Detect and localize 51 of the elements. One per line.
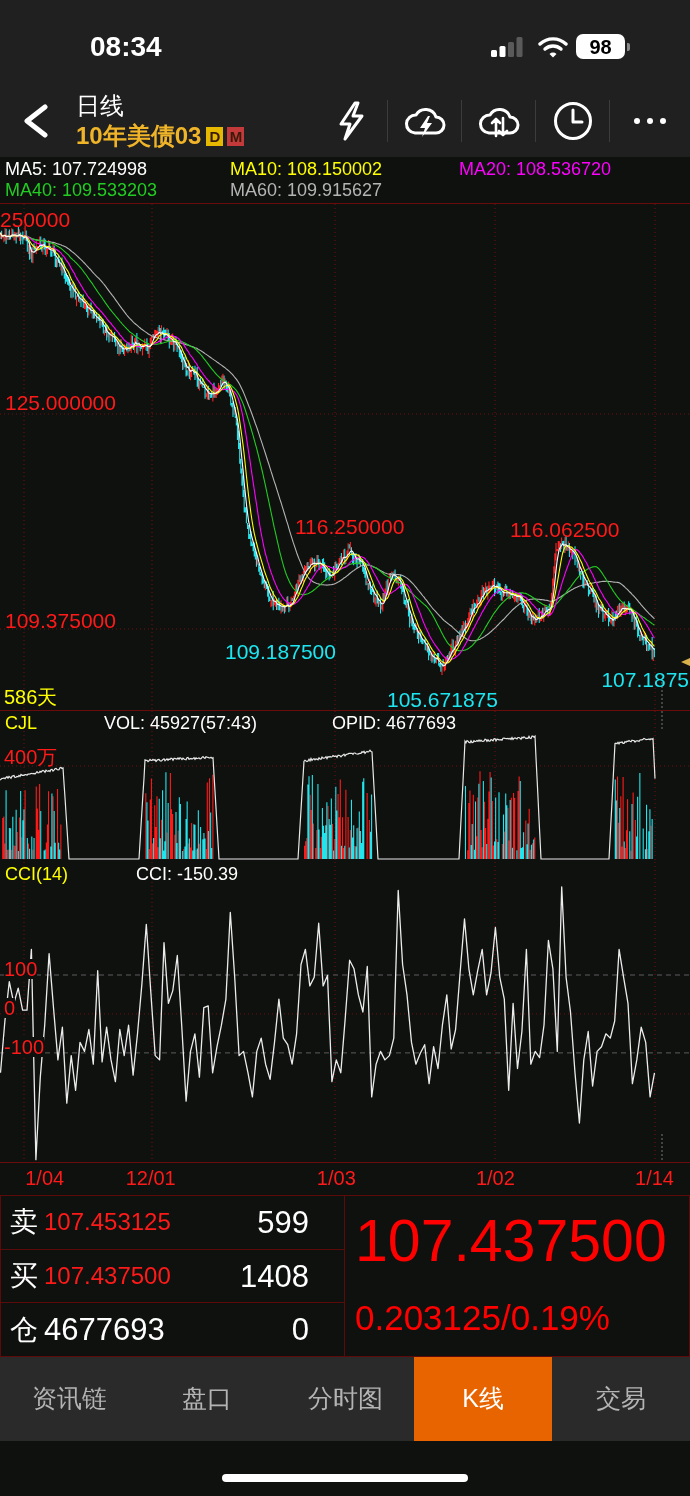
flag-badge: M [227,126,245,146]
high-price-label: 116.062500 [510,519,620,540]
high-price-label: 116.250000 [295,516,405,537]
signal-icon [491,36,523,57]
indicator-reading: VOL: 45927(57:43) [104,714,258,732]
order-price: 107.453125 [44,1210,171,1235]
price-axis-label: 250000 [0,209,71,230]
order-quantity: 0 [291,1314,309,1346]
date-axis-label: 1/04 [25,1168,65,1188]
ma-legend-label: MA5: 107.724998 [5,159,149,180]
battery-indicator: 98 [576,34,630,59]
low-price-label: 107.1875 [601,669,689,690]
indicator-reading: OPID: 4677693 [332,714,457,732]
date-axis-label: 12/01 [125,1168,176,1188]
cci-axis-label: 100 [4,959,38,979]
row-label: 仓 [10,1315,38,1344]
ma-legend-label: MA60: 109.915627 [230,180,384,201]
ma-legend-label: MA20: 108.536720 [459,159,613,180]
price-change: 0.203125/0.19% [355,1300,611,1335]
clock-icon[interactable] [552,101,593,141]
cci-axis-label: 0 [4,997,16,1018]
flag-badge: D [206,126,224,146]
status-time: 08:34 [90,32,162,61]
ma-legend-label: MA40: 109.533203 [5,180,159,201]
indicator-name: CJL [5,714,37,732]
price-marker-icon [681,658,690,666]
date-axis-label: 1/02 [475,1168,515,1188]
order-quantity: 1408 [240,1260,309,1292]
indicator-name: CCI(14) [5,865,68,883]
date-axis-label: 1/03 [316,1168,356,1188]
low-price-label: 109.187500 [225,641,336,662]
price-axis-label: 125.000000 [5,392,116,413]
date-axis-label: 1/14 [635,1168,674,1188]
price-axis-label: 109.375000 [5,610,116,631]
day-count-label: 586天 [4,687,58,707]
more-icon[interactable] [634,118,666,124]
order-quantity: 599 [257,1206,309,1238]
volume-axis-label: 400万 [4,747,58,767]
ma-legend-label: MA10: 108.150002 [230,159,384,180]
wifi-icon [538,35,568,58]
row-label: 买 [10,1262,38,1290]
low-price-label: 105.671875 [387,689,498,710]
back-icon[interactable] [22,104,49,138]
cci-axis-label: -100 [4,1036,45,1057]
indicator-reading: CCI: -150.39 [136,865,239,883]
last-price: 107.437500 [355,1212,668,1271]
instrument-name: 10年美债03 [76,121,202,151]
order-price: 107.437500 [44,1264,171,1288]
row-label: 卖 [10,1208,38,1237]
open-interest-value: 4677693 [44,1314,165,1346]
page-title: 日线 [76,91,125,121]
